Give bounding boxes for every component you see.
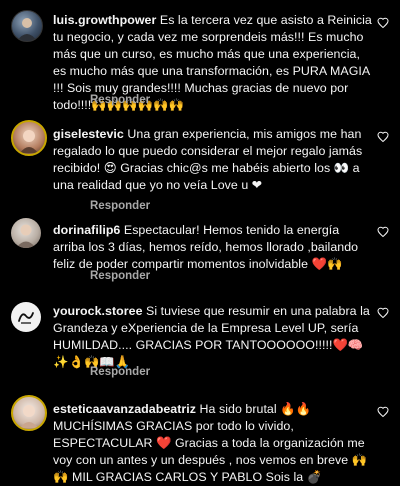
- profile-photo-icon: [20, 405, 38, 428]
- comment-item: luis.growthpower Es la tercera vez que a…: [0, 0, 400, 120]
- profile-photo-icon: [17, 18, 37, 41]
- profile-photo-icon: [16, 224, 36, 248]
- reply-button[interactable]: Responder: [90, 200, 150, 212]
- user-avatar[interactable]: [11, 302, 41, 332]
- user-avatar[interactable]: [11, 395, 47, 431]
- comment-username[interactable]: dorinafilip6: [53, 223, 120, 237]
- comment-item: dorinafilip6 Espectacular! Hemos tenido …: [0, 215, 400, 295]
- comment-username[interactable]: yourock.storee: [53, 304, 143, 318]
- user-avatar[interactable]: [11, 10, 43, 42]
- comment-text: esteticaavanzadabeatriz Ha sido brutal 🔥…: [53, 401, 373, 486]
- like-heart-icon[interactable]: [377, 131, 389, 143]
- user-avatar[interactable]: [11, 120, 47, 156]
- comment-text: yourock.storee Si tuviese que resumir en…: [53, 303, 373, 371]
- comment-text: giselestevic Una gran experiencia, mis a…: [53, 126, 373, 194]
- comment-item: esteticaavanzadabeatriz Ha sido brutal 🔥…: [0, 395, 400, 484]
- reply-button[interactable]: Responder: [90, 366, 150, 378]
- reply-button[interactable]: Responder: [90, 94, 150, 106]
- like-heart-icon[interactable]: [377, 17, 389, 29]
- like-heart-icon[interactable]: [377, 226, 389, 238]
- comment-item: yourock.storee Si tuviese que resumir en…: [0, 295, 400, 395]
- comment-username[interactable]: esteticaavanzadabeatriz: [53, 402, 196, 416]
- like-heart-icon[interactable]: [377, 406, 389, 418]
- comment-text: dorinafilip6 Espectacular! Hemos tenido …: [53, 222, 373, 273]
- like-heart-icon[interactable]: [377, 307, 389, 319]
- reply-button[interactable]: Responder: [90, 270, 150, 282]
- comment-item: giselestevic Una gran experiencia, mis a…: [0, 120, 400, 215]
- user-avatar[interactable]: [11, 218, 41, 248]
- logo-avatar-icon: [18, 312, 34, 324]
- comment-username[interactable]: giselestevic: [53, 127, 124, 141]
- comment-username[interactable]: luis.growthpower: [53, 13, 156, 27]
- profile-photo-icon: [20, 130, 38, 153]
